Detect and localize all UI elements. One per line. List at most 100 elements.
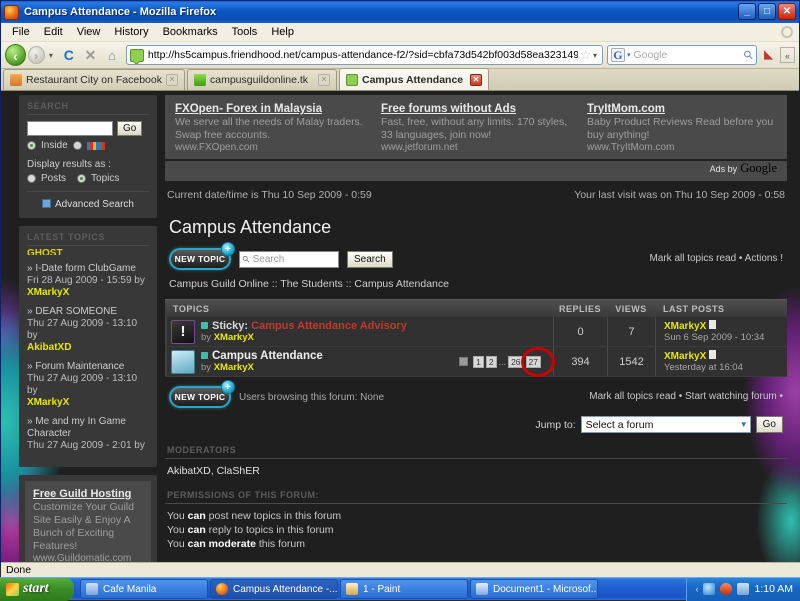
close-button[interactable]: ✕ xyxy=(778,3,796,20)
sidebar-search-go-button[interactable]: Go xyxy=(117,121,143,136)
new-topic-button-bottom[interactable]: NEW TOPIC + xyxy=(169,380,235,408)
goto-last-post-icon[interactable] xyxy=(709,350,717,359)
top-ad-url: www.TryItMom.com xyxy=(587,142,675,153)
latest-topic-item[interactable]: » I-Date form ClubGame Fri 28 Aug 2009 -… xyxy=(27,263,149,299)
last-post-user[interactable]: XMarkyX xyxy=(664,321,706,332)
latest-topic-title[interactable]: » Forum Maintenance xyxy=(27,361,149,373)
latest-topic-title[interactable]: » Me and my In Game Character xyxy=(27,416,149,440)
minimize-button[interactable]: _ xyxy=(738,3,756,20)
top-ad-item[interactable]: FXOpen- Forex in Malaysia We serve all t… xyxy=(175,103,365,153)
url-dropdown-icon[interactable]: ▾ xyxy=(593,51,597,60)
top-actions[interactable]: Mark all topics read • Actions ! xyxy=(649,253,783,264)
latest-topics-panel: LATEST TOPICS GHOST » I-Date form ClubGa… xyxy=(19,226,157,467)
tab-campus-attendance[interactable]: Campus Attendance ✕ xyxy=(339,68,489,90)
url-text[interactable]: http://hs5campus.friendhood.net/campus-a… xyxy=(148,49,578,61)
bookmark-star-icon[interactable]: ☆ xyxy=(580,48,591,62)
sidebar-search-input[interactable] xyxy=(27,121,113,136)
tab-label: Restaurant City on Facebook xyxy=(26,74,162,86)
advanced-search-link[interactable]: Advanced Search xyxy=(55,199,134,210)
addon-icon-2[interactable]: « xyxy=(779,47,796,63)
menu-edit[interactable]: Edit xyxy=(37,25,70,39)
latest-topic-user[interactable]: XMarkyX xyxy=(27,397,149,409)
tab-close-icon[interactable]: ✕ xyxy=(166,74,178,86)
latest-topic-user[interactable]: XMarkyX xyxy=(27,287,149,299)
latest-topic-item[interactable]: » Forum Maintenance Thu 27 Aug 2009 - 13… xyxy=(27,361,149,409)
window-icon xyxy=(86,583,98,595)
table-row[interactable]: ! Sticky: Campus Attendance Advisory by … xyxy=(165,317,787,347)
menu-history[interactable]: History xyxy=(107,25,155,39)
top-ad-item[interactable]: Free forums without Ads Fast, free, with… xyxy=(381,103,571,153)
topic-author[interactable]: XMarkyX xyxy=(214,362,254,373)
header-last-posts: LAST POSTS xyxy=(663,303,725,314)
radio-inside[interactable] xyxy=(27,141,36,150)
goto-last-post-icon[interactable] xyxy=(709,320,717,329)
topic-author[interactable]: XMarkyX xyxy=(214,332,254,343)
tab-restaurant-city[interactable]: Restaurant City on Facebook ✕ xyxy=(3,69,185,90)
display-icon[interactable] xyxy=(737,583,750,595)
jump-go-button[interactable]: Go xyxy=(755,416,783,433)
network-icon[interactable] xyxy=(703,583,716,595)
search-engine-caret-icon[interactable]: ▾ xyxy=(627,51,631,59)
page-link[interactable]: 2 xyxy=(485,355,497,368)
latest-topic-title[interactable]: » I-Date form ClubGame xyxy=(27,263,149,275)
menu-tools[interactable]: Tools xyxy=(225,25,265,39)
menu-view[interactable]: View xyxy=(70,25,108,39)
taskbar-item-cafe-manila[interactable]: Cafe Manila xyxy=(80,579,208,599)
tab-campusguildonline[interactable]: campusguildonline.tk ✕ xyxy=(187,69,337,90)
page-ellipsis: ... xyxy=(498,356,507,367)
forum-search-input[interactable]: ⚲ Search xyxy=(239,250,339,268)
menu-help[interactable]: Help xyxy=(264,25,301,39)
reload-icon[interactable]: C xyxy=(59,45,79,66)
search-bar[interactable]: G ▾ Google ⚲ xyxy=(606,45,757,65)
page-link[interactable]: 1 xyxy=(473,355,484,368)
last-post-user[interactable]: XMarkyX xyxy=(664,351,706,362)
maximize-button[interactable]: □ xyxy=(758,3,776,20)
nav-dropdown-icon[interactable]: ▾ xyxy=(47,51,55,60)
topic-title[interactable]: Campus Attendance Advisory xyxy=(251,320,407,332)
latest-topic-user[interactable]: AkibatXD xyxy=(27,342,149,354)
taskbar-item-document1[interactable]: Document1 - Microsof... xyxy=(470,579,598,599)
menu-bookmarks[interactable]: Bookmarks xyxy=(156,25,225,39)
start-button[interactable]: start xyxy=(0,577,74,601)
tab-close-icon[interactable]: ✕ xyxy=(318,74,330,86)
tab-close-icon[interactable]: ✕ xyxy=(470,73,482,86)
top-ad-title[interactable]: FXOpen- Forex in Malaysia xyxy=(175,103,365,116)
tray-expand-icon[interactable]: ‹ xyxy=(695,584,698,594)
back-button[interactable]: ‹ xyxy=(5,44,26,66)
forward-button[interactable]: › xyxy=(27,46,45,64)
stop-icon[interactable]: ✕ xyxy=(81,45,101,66)
top-ad-title[interactable]: Free forums without Ads xyxy=(381,103,571,116)
tab-label: campusguildonline.tk xyxy=(210,74,309,86)
home-icon[interactable]: ⌂ xyxy=(102,45,122,66)
forum-search-button[interactable]: Search xyxy=(347,250,393,268)
radio-google[interactable] xyxy=(72,141,82,150)
sidebar-ad-title[interactable]: Free Guild Hosting xyxy=(33,488,143,501)
address-bar[interactable]: http://hs5campus.friendhood.net/campus-a… xyxy=(125,45,603,65)
top-ad-item[interactable]: TryItMom.com Baby Product Reviews Read b… xyxy=(587,103,777,153)
latest-topic-item[interactable]: » DEAR SOMEONE Thu 27 Aug 2009 - 13:10 b… xyxy=(27,306,149,354)
chevron-down-icon[interactable]: ▼ xyxy=(740,420,748,429)
top-ad-text: We serve all the needs of Malay traders.… xyxy=(175,116,363,141)
table-row[interactable]: Campus Attendance by XMarkyX 1 2 ... 26 … xyxy=(165,346,787,377)
site-icon xyxy=(346,73,358,86)
latest-topic-item[interactable]: » Me and my In Game Character Thu 27 Aug… xyxy=(27,416,149,452)
forum-select[interactable]: Select a forum ▼ xyxy=(580,416,751,433)
new-topic-button[interactable]: NEW TOPIC + xyxy=(169,242,235,270)
firefox-window: Campus Attendance - Mozilla Firefox _ □ … xyxy=(0,0,800,578)
google-logo-icon: G xyxy=(610,48,625,62)
menu-file[interactable]: File xyxy=(5,25,37,39)
sidebar-ad[interactable]: Free Guild Hosting Customize Your Guild … xyxy=(25,481,151,562)
clock[interactable]: 1:10 AM xyxy=(754,583,793,595)
radio-topics[interactable] xyxy=(77,174,87,183)
addon-icon-1[interactable]: ◣ xyxy=(761,47,776,63)
bottom-actions[interactable]: Mark all topics read • Start watching fo… xyxy=(589,391,783,402)
latest-topic-title[interactable]: » DEAR SOMEONE xyxy=(27,306,149,318)
volume-icon[interactable] xyxy=(720,583,733,595)
taskbar-item-campus-attendance[interactable]: Campus Attendance -... xyxy=(210,579,338,599)
search-input[interactable]: Google xyxy=(633,49,744,61)
taskbar-item-paint[interactable]: 1 - Paint xyxy=(340,579,468,599)
radio-posts[interactable] xyxy=(27,174,36,183)
top-ad-title[interactable]: TryItMom.com xyxy=(587,103,777,116)
topic-title[interactable]: Campus Attendance xyxy=(212,350,323,362)
breadcrumb[interactable]: Campus Guild Online :: The Students :: C… xyxy=(165,270,787,290)
